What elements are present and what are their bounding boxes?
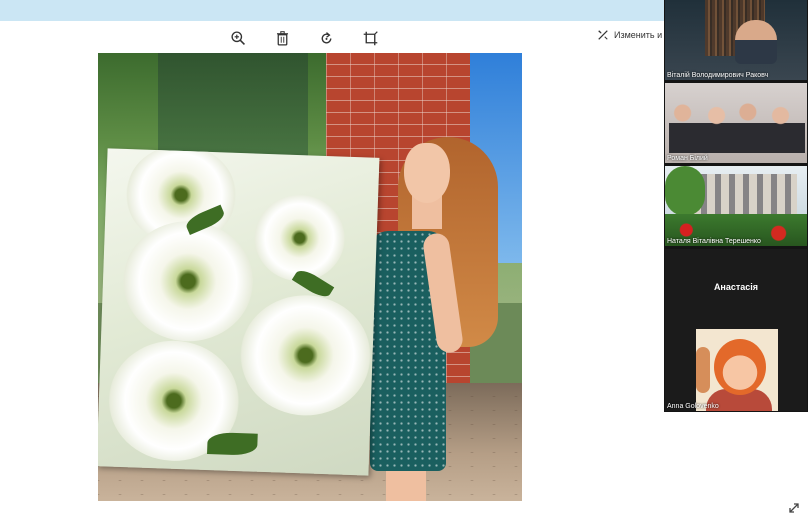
zoom-in-icon: [230, 30, 245, 45]
avatar-head: [714, 339, 766, 395]
painting-rose: [120, 219, 256, 344]
tile-tree: [665, 166, 705, 216]
tile-person: [735, 20, 777, 64]
participant-name: Наталя Віталівна Терешенко: [667, 238, 761, 245]
participant-tile[interactable]: Роман Білий: [665, 83, 807, 163]
photo-preview[interactable]: [98, 53, 522, 501]
photo-girl-face: [404, 143, 450, 203]
zoom-in-button[interactable]: [228, 28, 248, 48]
tile-group-people: [669, 103, 805, 153]
rotate-icon: [321, 31, 331, 43]
participant-name: Віталій Володимирович Раковч: [667, 72, 769, 79]
crop-button[interactable]: [360, 28, 380, 48]
painting-rose: [253, 193, 347, 283]
rotate-button[interactable]: [316, 28, 336, 48]
participant-avatar: [696, 329, 778, 411]
expand-icon: [789, 503, 799, 513]
edit-magic-icon: [598, 30, 608, 40]
painting-rose: [238, 293, 373, 418]
screen: Изменить и со Віталій Володимирович Рако…: [0, 0, 808, 525]
crop-icon: [363, 30, 378, 45]
edit-and-create-button[interactable]: Изменить и со: [597, 29, 667, 41]
participant-tile[interactable]: Анастасія Anna Golovenko: [665, 249, 807, 411]
participant-tile[interactable]: Віталій Володимирович Раковч: [665, 0, 807, 80]
trash-icon: [276, 30, 288, 46]
participant-name: Роман Білий: [667, 155, 708, 162]
painting-leaf: [207, 432, 258, 456]
participant-name: Anna Golovenko: [667, 403, 719, 410]
edit-and-create-label: Изменить и со: [614, 30, 667, 40]
image-toolbar: [228, 24, 380, 52]
avatar-side-figure: [696, 347, 710, 393]
participant-tile[interactable]: Наталя Віталівна Терешенко: [665, 166, 807, 246]
delete-button[interactable]: [272, 28, 292, 48]
photo-flower-painting: [98, 148, 380, 476]
fullscreen-button[interactable]: [787, 501, 801, 515]
participant-display-name: Анастасія: [713, 282, 759, 292]
